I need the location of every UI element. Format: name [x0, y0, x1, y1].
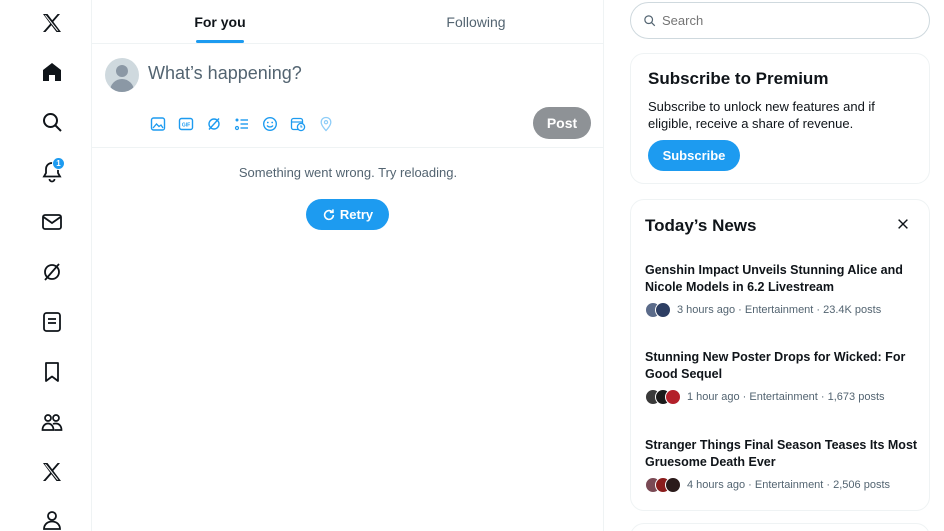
story-meta-text: 1 hour ago · Entertainment · 1,673 posts: [687, 391, 885, 403]
tab-for-you-label: For you: [194, 13, 246, 30]
grok-icon[interactable]: [37, 257, 67, 287]
notification-badge: 1: [52, 157, 65, 170]
story-headline: Stranger Things Final Season Teases Its …: [645, 438, 918, 469]
story-avatars: [645, 477, 681, 493]
premium-x-icon[interactable]: [37, 457, 67, 487]
story-meta: 4 hours ago · Entertainment · 2,506 post…: [645, 477, 921, 493]
gif-icon[interactable]: GIF: [176, 114, 196, 134]
lists-icon[interactable]: [37, 307, 67, 337]
tab-for-you[interactable]: For you: [92, 0, 348, 43]
news-title: Today’s News: [645, 216, 757, 235]
active-tab-indicator: [196, 40, 244, 43]
messages-icon[interactable]: [37, 207, 67, 237]
avatar: [665, 389, 681, 405]
image-icon[interactable]: [148, 114, 168, 134]
grok-icon[interactable]: [204, 114, 224, 134]
story-headline: Genshin Impact Unveils Stunning Alice an…: [645, 263, 903, 294]
search-box[interactable]: [630, 2, 930, 39]
avatar: [665, 477, 681, 493]
story-meta: 1 hour ago · Entertainment · 1,673 posts: [645, 389, 921, 405]
story-avatars: [645, 389, 681, 405]
story-headline: Stunning New Poster Drops for Wicked: Fo…: [645, 350, 906, 381]
retry-button[interactable]: Retry: [306, 199, 389, 230]
premium-card: Subscribe to Premium Subscribe to unlock…: [630, 53, 930, 184]
story-meta-text: 4 hours ago · Entertainment · 2,506 post…: [687, 479, 891, 491]
refresh-icon: [323, 208, 335, 220]
main-timeline: For you Following What’s happening? GIF: [92, 0, 604, 531]
error-message: Something went wrong. Try reloading.: [238, 165, 458, 180]
avatar[interactable]: [105, 58, 139, 92]
retry-label: Retry: [339, 207, 374, 222]
premium-title: Subscribe to Premium: [648, 69, 829, 88]
tab-following[interactable]: Following: [348, 0, 604, 43]
schedule-icon[interactable]: [288, 114, 308, 134]
communities-icon[interactable]: [37, 407, 67, 437]
left-nav: 1: [0, 0, 92, 531]
home-icon[interactable]: [37, 57, 67, 87]
next-card-edge: [630, 523, 930, 531]
search-icon: [644, 15, 656, 27]
news-story[interactable]: Genshin Impact Unveils Stunning Alice an…: [645, 262, 921, 318]
news-story[interactable]: Stunning New Poster Drops for Wicked: Fo…: [645, 349, 921, 405]
profile-icon[interactable]: [37, 505, 67, 531]
search-icon[interactable]: [37, 107, 67, 137]
news-card: Today’s News Genshin Impact Unveils Stun…: [630, 199, 930, 511]
compose-input[interactable]: What’s happening?: [148, 63, 302, 84]
news-story[interactable]: Stranger Things Final Season Teases Its …: [645, 437, 921, 493]
search-input[interactable]: [662, 13, 902, 28]
story-avatars: [645, 302, 671, 318]
avatar: [655, 302, 671, 318]
post-composer: What’s happening? GIF Post: [92, 44, 604, 148]
svg-text:GIF: GIF: [182, 123, 190, 129]
notifications-icon[interactable]: 1: [37, 157, 67, 187]
tab-following-label: Following: [446, 13, 506, 30]
premium-description: Subscribe to unlock new features and if …: [648, 99, 875, 131]
bookmarks-icon[interactable]: [37, 357, 67, 387]
poll-icon[interactable]: [232, 114, 252, 134]
story-meta: 3 hours ago · Entertainment · 23.4K post…: [645, 302, 921, 318]
x-logo-icon[interactable]: [37, 8, 67, 38]
subscribe-button[interactable]: Subscribe: [648, 140, 740, 171]
post-button[interactable]: Post: [533, 107, 591, 139]
timeline-tabs: For you Following: [92, 0, 604, 44]
close-icon[interactable]: [893, 214, 913, 234]
location-icon[interactable]: [316, 114, 336, 134]
emoji-icon[interactable]: [260, 114, 280, 134]
story-meta-text: 3 hours ago · Entertainment · 23.4K post…: [677, 304, 882, 316]
composer-toolbar: GIF: [148, 114, 336, 134]
